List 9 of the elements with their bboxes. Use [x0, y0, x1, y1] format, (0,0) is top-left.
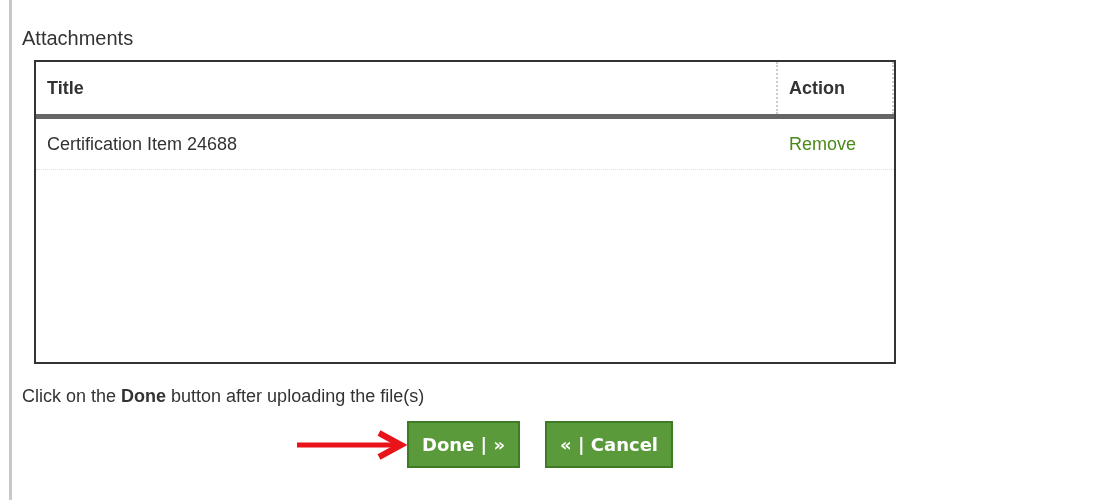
- cancel-button[interactable]: « | Cancel: [545, 421, 674, 468]
- arrow-icon: [297, 429, 407, 460]
- column-header: Action: [776, 62, 894, 114]
- column-header: Title: [46, 76, 85, 100]
- section-title: Attachments: [22, 26, 135, 50]
- remove-link[interactable]: Remove: [789, 133, 857, 155]
- instruction-text: Click on the Done button after uploading the file(s): [22, 386, 426, 407]
- table-cell-text: Certification Item 24688: [46, 132, 239, 156]
- done-button[interactable]: Done | »: [407, 421, 521, 468]
